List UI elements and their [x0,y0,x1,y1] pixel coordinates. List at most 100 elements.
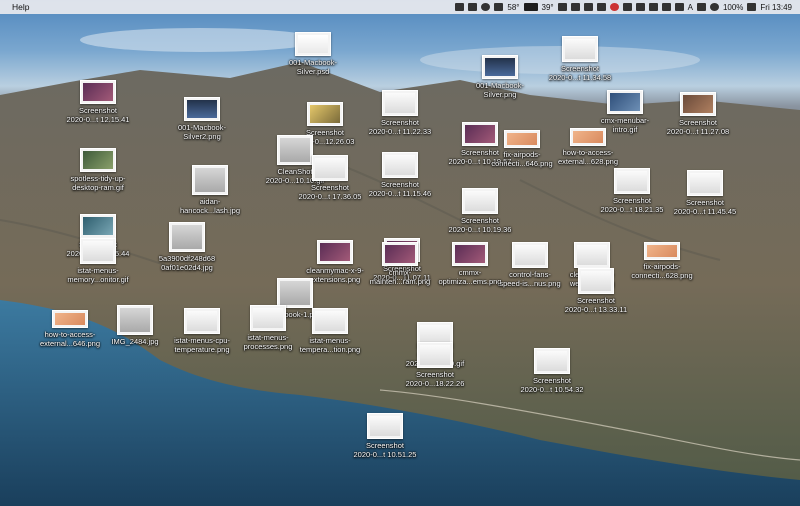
file-name-label: 001-Macbook- Silver2.png [178,123,226,141]
wifi-icon[interactable] [709,3,719,11]
menu-help[interactable]: Help [0,2,29,12]
desktop-file-icon[interactable]: 001-Macbook- Silver2.png [162,97,242,141]
thumbnail-image [385,245,415,263]
file-thumbnail [562,36,598,62]
desktop-file-icon[interactable]: Screenshot 2020-0...t 11.45.45 [665,170,745,216]
file-name-label: istat-menus-tempera...tion.png [299,336,361,354]
file-thumbnail [512,242,548,268]
thumbnail-image [581,271,611,291]
clipboard-icon[interactable] [661,3,671,11]
thumbnail-image [298,35,328,53]
calendar-icon[interactable] [468,3,478,11]
dropbox-icon[interactable] [557,3,567,11]
cleanmymac-icon[interactable] [481,3,491,11]
input-source[interactable]: A [688,3,693,12]
file-thumbnail [169,222,205,252]
memory-icon[interactable] [570,3,580,11]
desktop-file-icon[interactable]: Screenshot 2020-0...t 13.33.11 [556,268,636,314]
file-thumbnail [52,310,88,328]
menu-clock[interactable]: Fri 13:49 [760,3,792,12]
record-icon[interactable] [609,3,619,11]
thumbnail-image [385,93,415,113]
desktop-file-icon[interactable]: spotless-tidy-up-desktop-ram.gif [58,148,138,192]
file-name-label: how-to-access-external...628.png [557,148,619,166]
desktop-file-icon[interactable]: Screenshot 2020-0...t 17.36.05 [290,155,370,201]
thumbnail-image [83,151,113,169]
fan-icon[interactable] [583,3,593,11]
file-thumbnail [462,188,498,214]
airplay-icon[interactable] [635,3,645,11]
battery-percent[interactable]: 100% [723,3,743,12]
file-thumbnail [578,268,614,294]
desktop-file-icon[interactable]: Screenshot 2020-0...t 11.22.33 [360,90,440,136]
file-thumbnail [452,242,488,266]
desktop-file-icon[interactable]: 001-Macbook- Silver.png [460,55,540,99]
thumbnail-image [370,416,400,436]
desktop-file-icon[interactable]: Screenshot 2020-0...t 11.27.08 [658,92,738,136]
file-name-label: Screenshot 2020-0...t 11.27.08 [666,118,730,136]
file-name-label: istat-menus-memory...onitor.gif [67,266,129,284]
desktop-file-icon[interactable]: istat-menus-memory...onitor.gif [58,238,138,284]
thumbnail-image [320,243,350,261]
thumbnail-image [83,241,113,261]
thumbnail-image [577,245,607,265]
thumbnail-image [310,105,340,123]
temp-badge[interactable]: 39° [542,3,554,12]
file-name-label: 001-Macbook- Silver.png [476,81,524,99]
desktop-file-icon[interactable]: Screenshot 2020-0...t 11.34.58 [540,36,620,82]
file-thumbnail [417,342,453,368]
file-thumbnail [277,278,313,308]
thermometer-icon[interactable] [494,3,504,11]
file-thumbnail [312,308,348,334]
desktop-file-icon[interactable]: Screenshot 2020-0...t 18.21.35 [592,168,672,214]
file-thumbnail [534,348,570,374]
desktop-file-icon[interactable]: 5a3900df248d68 0af01e02d4.jpg [147,222,227,272]
thumbnail-image [610,93,640,111]
file-thumbnail [295,32,331,56]
desktop-file-icon[interactable]: Screenshot 2020-0...t 10.54.32 [512,348,592,394]
thumbnail-image [565,39,595,59]
file-thumbnail [574,242,610,268]
file-name-label: Screenshot 2020-0...18.22.26 [405,370,465,388]
file-name-label: aidan-hancock...lash.jpg [179,197,241,215]
bluetooth-icon[interactable] [622,3,632,11]
thumbnail-image [485,58,515,76]
sound-icon[interactable] [648,3,658,11]
desktop-file-icon[interactable]: cmmx-mainten...ram.png [360,242,440,286]
file-thumbnail [482,55,518,79]
desktop-file-icon[interactable]: Screenshot 2020-0...t 12.15.41 [58,80,138,124]
desktop-file-icon[interactable]: how-to-access-external...628.png [548,128,628,166]
cpu-graph-icon[interactable] [523,3,538,11]
file-name-label: cmmx-mainten...ram.png [369,268,431,286]
file-name-label: Screenshot 2020-0...t 11.45.45 [673,198,737,216]
battery-icon[interactable] [747,3,757,11]
cpu-temp-readout[interactable]: 58° [507,3,519,12]
desktop-file-icon[interactable]: Screenshot 2020-0...t 11.15.46 [360,152,440,198]
file-name-label: Screenshot 2020-0...t 18.21.35 [600,196,664,214]
file-thumbnail [117,305,153,335]
desktop-file-icon[interactable]: Screenshot 2020-0...t 10.51.25 [345,413,425,459]
thumbnail-image [420,345,450,365]
thumbnail-image [315,311,345,331]
istat-icon[interactable] [455,3,465,11]
thumbnail-image [187,311,217,331]
user-icon[interactable] [696,3,706,11]
file-thumbnail [614,168,650,194]
desktop[interactable]: Help 58° 39° A 100% Fri 13:49 001-Macboo… [0,0,800,506]
file-name-label: Screenshot 2020-0...t 12.15.41 [66,106,130,124]
network-icon[interactable] [596,3,606,11]
file-thumbnail [367,413,403,439]
file-thumbnail [307,102,343,126]
desktop-file-icon[interactable]: 001-Macbook- Silver.psd [273,32,353,76]
file-name-label: Screenshot 2020-0...t 11.34.58 [548,64,612,82]
file-thumbnail [680,92,716,116]
file-thumbnail [644,242,680,260]
desktop-file-icon[interactable]: aidan-hancock...lash.jpg [170,165,250,215]
desktop-file-icon[interactable]: istat-menus-tempera...tion.png [290,308,370,354]
desktop-file-icon[interactable]: Screenshot 2020-0...18.22.26 [395,342,475,388]
thumbnail-image [280,281,310,305]
file-name-label: Screenshot 2020-0...t 10.54.32 [520,376,584,394]
display-icon[interactable] [674,3,684,11]
desktop-file-icon[interactable]: Screenshot 2020-0...t 10.19.36 [440,188,520,234]
file-name-label: 001-Macbook- Silver.psd [289,58,337,76]
